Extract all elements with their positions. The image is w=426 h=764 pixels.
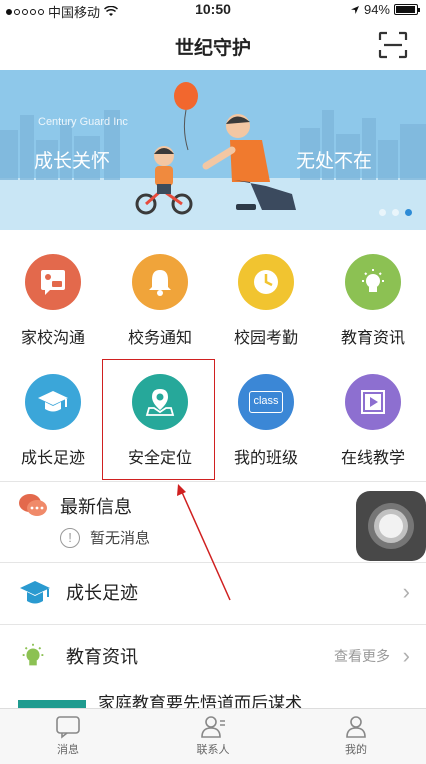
pager-dot[interactable]: [392, 209, 399, 216]
scan-icon[interactable]: [378, 31, 408, 59]
exclamation-icon: !: [60, 527, 80, 548]
grid-item-home-school[interactable]: 家校沟通: [0, 232, 106, 352]
tab-label: 我的: [345, 744, 367, 756]
clock-icon: [238, 254, 294, 310]
video-play-icon: [345, 374, 401, 430]
edu-news-label: 教育资讯: [66, 647, 138, 667]
battery-icon: [394, 4, 420, 15]
growth-row[interactable]: 成长足迹 ›: [0, 564, 426, 620]
pager-dot[interactable]: [379, 209, 386, 216]
tab-label: 消息: [57, 744, 79, 756]
news-empty-text: 暂无消息: [90, 530, 151, 547]
grid-item-label: 我的班级: [233, 450, 298, 467]
grid-item-label: 校务通知: [127, 330, 192, 347]
nav-bar: 世纪守护: [0, 20, 426, 70]
message-icon: [56, 716, 80, 739]
grid-item-school-notice[interactable]: 校务通知: [107, 232, 213, 352]
grid-item-label: 在线教学: [340, 450, 405, 467]
highlight-box: [102, 359, 215, 480]
status-right: 94%: [350, 2, 420, 17]
news-title: 最新信息: [60, 497, 132, 517]
tab-profile[interactable]: 我的: [316, 715, 396, 757]
banner-pager[interactable]: [379, 209, 412, 216]
battery-percent: 94%: [363, 2, 390, 17]
graduation-cap-icon: [20, 581, 50, 604]
growth-row-label: 成长足迹: [66, 583, 138, 603]
banner-right-text: 无处不在: [296, 151, 373, 172]
divider: [0, 624, 426, 625]
news-section-header[interactable]: 最新信息: [18, 492, 132, 520]
tab-contacts[interactable]: 联系人: [173, 715, 253, 757]
chat-board-icon: [25, 254, 81, 310]
view-more-link[interactable]: 查看更多: [334, 646, 390, 666]
status-bar: 中国移动 10:50 94%: [0, 0, 426, 20]
grid-item-my-class[interactable]: class 我的班级: [213, 352, 319, 472]
chevron-right-icon: ›: [402, 643, 410, 668]
grid-item-attendance[interactable]: 校园考勤: [213, 232, 319, 352]
grid-item-label: 校园考勤: [233, 330, 298, 347]
tab-messages[interactable]: 消息: [28, 715, 108, 757]
bell-icon: [132, 254, 188, 310]
article-title: 家庭教育要先悟道而后谋术: [98, 694, 302, 708]
grid-item-growth[interactable]: 成长足迹: [0, 352, 106, 472]
lightbulb-icon: [345, 254, 401, 310]
edu-news-row[interactable]: 教育资讯 查看更多 ›: [0, 628, 426, 684]
news-empty-state: ! 暂无消息: [60, 527, 150, 548]
divider: [0, 562, 426, 563]
class-badge: class: [249, 391, 283, 413]
divider: [0, 481, 426, 482]
news-bubble-icon: [19, 494, 47, 516]
page-title: 世纪守护: [174, 38, 251, 59]
tab-label: 联系人: [196, 744, 230, 756]
grid-item-label: 成长足迹: [20, 450, 85, 467]
assistive-touch-button[interactable]: [356, 491, 426, 561]
banner-left-text: 成长关怀: [34, 151, 111, 172]
banner-carousel[interactable]: Century Guard Inc 成长关怀 无处不在: [0, 70, 426, 230]
grid-item-label: 家校沟通: [20, 330, 85, 347]
article-thumbnail: [18, 700, 86, 708]
tab-bar: 消息 联系人 我的: [0, 708, 426, 764]
grid-item-label: 教育资讯: [340, 330, 405, 347]
location-arrow-icon: [350, 5, 359, 14]
chevron-right-icon: ›: [402, 579, 410, 604]
graduation-cap-icon: [25, 374, 81, 430]
profile-icon: [346, 716, 366, 738]
contacts-icon: [201, 716, 225, 738]
grid-item-online-teaching[interactable]: 在线教学: [320, 352, 426, 472]
article-preview[interactable]: 家庭教育要先悟道而后谋术: [0, 686, 426, 708]
banner-brand: Century Guard Inc: [38, 116, 128, 128]
class-icon: class: [238, 374, 294, 430]
pager-dot-active[interactable]: [405, 209, 412, 216]
lightbulb-icon: [22, 643, 44, 666]
grid-item-edu-news[interactable]: 教育资讯: [320, 232, 426, 352]
